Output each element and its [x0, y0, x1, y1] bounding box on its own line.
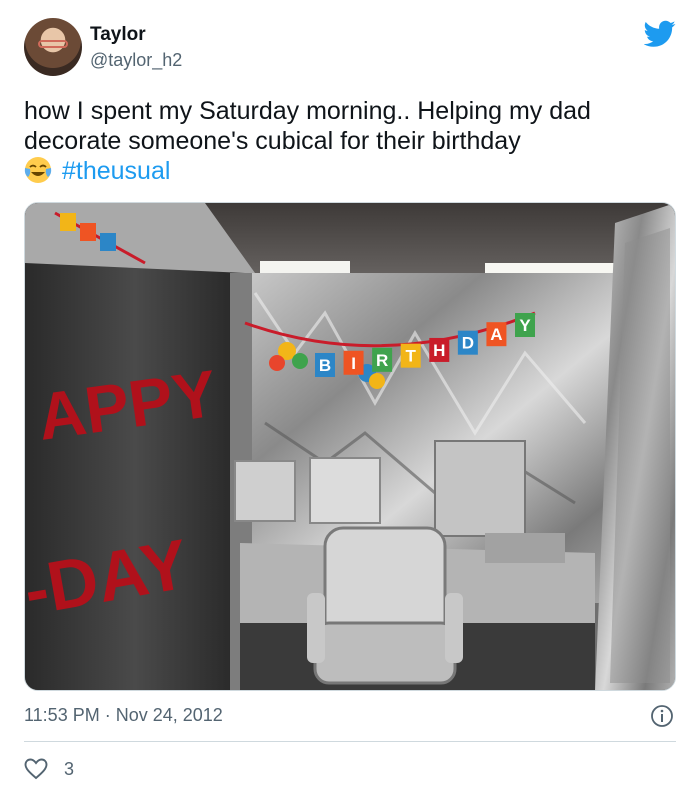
banner-letter: I — [351, 354, 356, 373]
info-icon[interactable] — [650, 704, 674, 728]
twitter-bird-icon[interactable] — [644, 20, 676, 48]
banner-letter: D — [462, 334, 474, 353]
heart-icon[interactable] — [24, 758, 48, 780]
tweet-photo[interactable]: BIRTHDAY APPY -DAY — [24, 202, 676, 691]
banner-letter: A — [490, 325, 502, 344]
author-handle[interactable]: @taylor_h2 — [90, 50, 182, 71]
balloon — [269, 355, 285, 371]
tweet-timestamp[interactable]: 11:53 PM · Nov 24, 2012 — [24, 705, 223, 726]
like-count: 3 — [64, 758, 75, 779]
tweet-header: Taylor @taylor_h2 — [24, 16, 676, 80]
balloon — [292, 353, 308, 369]
banner-letter: T — [406, 347, 417, 366]
divider — [24, 741, 676, 742]
banner-letter: Y — [519, 316, 531, 335]
balloon — [369, 373, 385, 389]
tweet-body: how I spent my Saturday morning.. Helpin… — [24, 97, 591, 155]
like-button[interactable]: 3 — [24, 756, 74, 782]
banner-letter: R — [376, 351, 388, 370]
avatar[interactable] — [24, 18, 82, 76]
hashtag-link[interactable]: #theusual — [62, 157, 170, 185]
banner-letter: H — [433, 341, 445, 360]
banner-letter: B — [319, 356, 331, 375]
author-display-name[interactable]: Taylor — [90, 24, 146, 46]
cubicle-photo-image: BIRTHDAY APPY -DAY — [25, 203, 675, 690]
tweet-text: how I spent my Saturday morning.. Helpin… — [24, 96, 676, 186]
face-with-tears-of-joy-icon — [24, 157, 52, 183]
